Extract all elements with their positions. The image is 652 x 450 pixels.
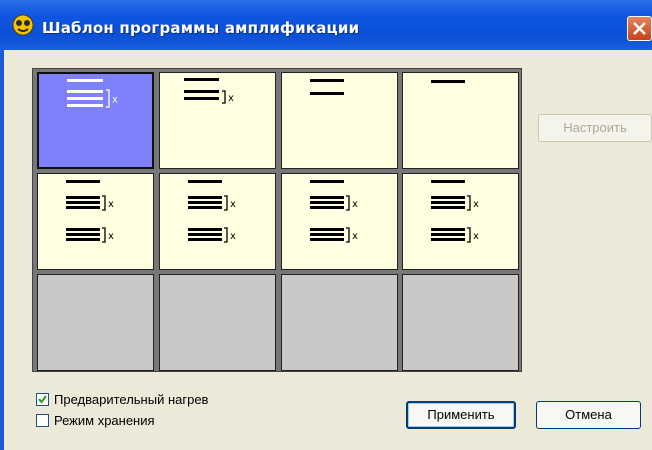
template-cell-cycle[interactable]: x	[159, 72, 276, 169]
template-cell-hold-two-cycles[interactable]: xx	[402, 173, 519, 270]
preheat-checkbox[interactable]	[36, 393, 49, 406]
empty-template-cell[interactable]	[37, 274, 154, 371]
template-grid: xxxxxxxxxx	[32, 68, 522, 372]
template-pattern-icon: xx	[66, 180, 114, 243]
window-border	[0, 50, 4, 450]
cycle-marker: x	[352, 199, 358, 210]
cycle-marker: x	[352, 231, 358, 242]
template-cell-one-step[interactable]	[402, 72, 519, 169]
amplification-app-icon	[12, 14, 34, 36]
template-cell-two-steps[interactable]	[281, 72, 398, 169]
cycle-marker: x	[108, 231, 114, 242]
template-cell-hold-two-cycles[interactable]: xx	[37, 173, 154, 270]
cycle-marker: x	[473, 199, 479, 210]
template-cell-hold-cycle[interactable]: x	[37, 72, 154, 169]
close-button[interactable]	[627, 16, 652, 41]
template-pattern-icon	[431, 80, 465, 83]
cycle-marker: x	[230, 199, 236, 210]
empty-template-cell[interactable]	[281, 274, 398, 371]
cycle-marker: x	[473, 231, 479, 242]
cycle-marker: x	[112, 95, 118, 106]
template-pattern-icon: xx	[188, 180, 236, 243]
empty-template-cell[interactable]	[402, 274, 519, 371]
template-cell-hold-two-cycles[interactable]: xx	[281, 173, 398, 270]
storage-mode-checkbox[interactable]	[36, 414, 49, 427]
template-pattern-icon: xx	[431, 180, 479, 243]
template-pattern-icon	[310, 79, 344, 95]
checkmark-icon	[38, 395, 47, 404]
window-title: Шаблон программы амплификации	[42, 19, 360, 37]
template-pattern-icon: xx	[310, 180, 358, 243]
template-pattern-icon: x	[67, 79, 118, 108]
template-cell-hold-two-cycles[interactable]: xx	[159, 173, 276, 270]
configure-button[interactable]: Настроить	[538, 114, 652, 142]
template-pattern-icon: x	[184, 78, 234, 104]
title-bar[interactable]: Шаблон программы амплификации	[0, 0, 652, 50]
cancel-button[interactable]: Отмена	[536, 401, 641, 429]
close-icon	[633, 22, 646, 35]
cycle-marker: x	[108, 199, 114, 210]
empty-template-cell[interactable]	[159, 274, 276, 371]
cycle-marker: x	[228, 93, 234, 104]
preheat-label: Предварительный нагрев	[54, 392, 209, 407]
storage-mode-label: Режим хранения	[54, 413, 155, 428]
cycle-marker: x	[230, 231, 236, 242]
apply-button[interactable]: Применить	[406, 401, 516, 429]
